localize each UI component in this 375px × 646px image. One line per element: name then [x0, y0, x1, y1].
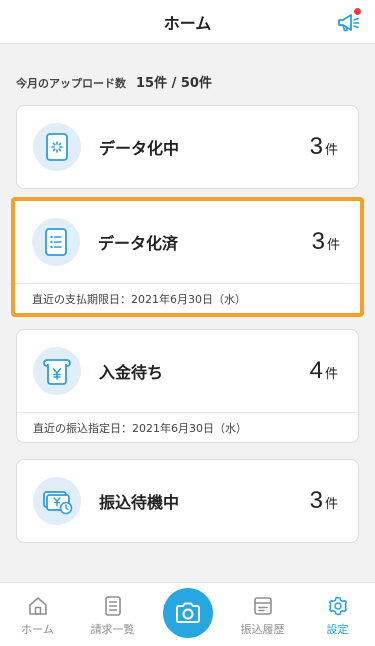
transfer-history-icon — [253, 597, 272, 615]
notification-badge — [354, 8, 361, 15]
yen-receipt-icon — [33, 347, 81, 395]
card-subtext: 直近の支払期限日：2021年6月30日（水） — [15, 283, 360, 313]
status-card-awaiting-payment[interactable]: 入金待ち 4 件 直近の振込指定日：2021年6月30日（水） — [16, 329, 359, 443]
tab-label: 振込履歴 — [240, 623, 285, 636]
card-count-unit: 件 — [324, 367, 338, 382]
monthly-upload-count: 今月のアップロード数 15件 / 50件 — [16, 72, 212, 91]
home-icon — [28, 597, 47, 615]
status-card-processed[interactable]: データ化済 3 件 直近の支払期限日：2021年6月30日（水） — [11, 197, 364, 317]
notice-button[interactable] — [335, 8, 361, 35]
card-label: データ化中 — [99, 139, 180, 158]
status-card-processing[interactable]: データ化中 3 件 — [16, 105, 359, 189]
camera-icon — [176, 602, 200, 623]
card-count-unit: 件 — [326, 238, 340, 253]
card-count-number: 3 — [309, 487, 323, 514]
loading-icon — [33, 123, 81, 171]
app-header: ホーム — [0, 0, 375, 44]
yen-card-clock-icon — [33, 477, 81, 525]
card-label: 振込待機中 — [99, 493, 180, 512]
card-count-number: 3 — [309, 133, 323, 160]
card-subtext: 直近の振込指定日：2021年6月30日（水） — [17, 412, 358, 442]
card-count: 3 件 — [310, 133, 338, 161]
tab-home[interactable]: ホーム — [0, 583, 75, 646]
card-count: 3 件 — [310, 487, 338, 515]
gear-icon — [328, 596, 347, 616]
page-title: ホーム — [163, 13, 212, 33]
card-count-number: 4 — [309, 357, 323, 384]
status-card-transfer-pending[interactable]: 振込待機中 3 件 — [16, 459, 359, 543]
tab-label: 設定 — [326, 623, 349, 636]
camera-button[interactable] — [163, 588, 213, 638]
tab-label: ホーム — [21, 623, 54, 636]
card-label: 入金待ち — [99, 363, 164, 382]
tab-invoice-list[interactable]: 請求一覧 — [75, 583, 150, 646]
card-count: 3 件 — [312, 228, 340, 256]
document-list-icon — [32, 218, 80, 266]
tab-transfer-history[interactable]: 振込履歴 — [225, 583, 300, 646]
invoice-list-icon — [104, 596, 121, 616]
card-count-unit: 件 — [324, 143, 338, 158]
upload-count-label: 今月のアップロード数 — [16, 77, 126, 90]
tab-label: 請求一覧 — [90, 623, 135, 636]
tab-settings[interactable]: 設定 — [300, 583, 375, 646]
card-label: データ化済 — [98, 234, 179, 253]
upload-count-value: 15件 / 50件 — [136, 76, 212, 91]
card-count-number: 3 — [311, 228, 325, 255]
card-count: 4 件 — [310, 357, 338, 385]
card-count-unit: 件 — [324, 497, 338, 512]
